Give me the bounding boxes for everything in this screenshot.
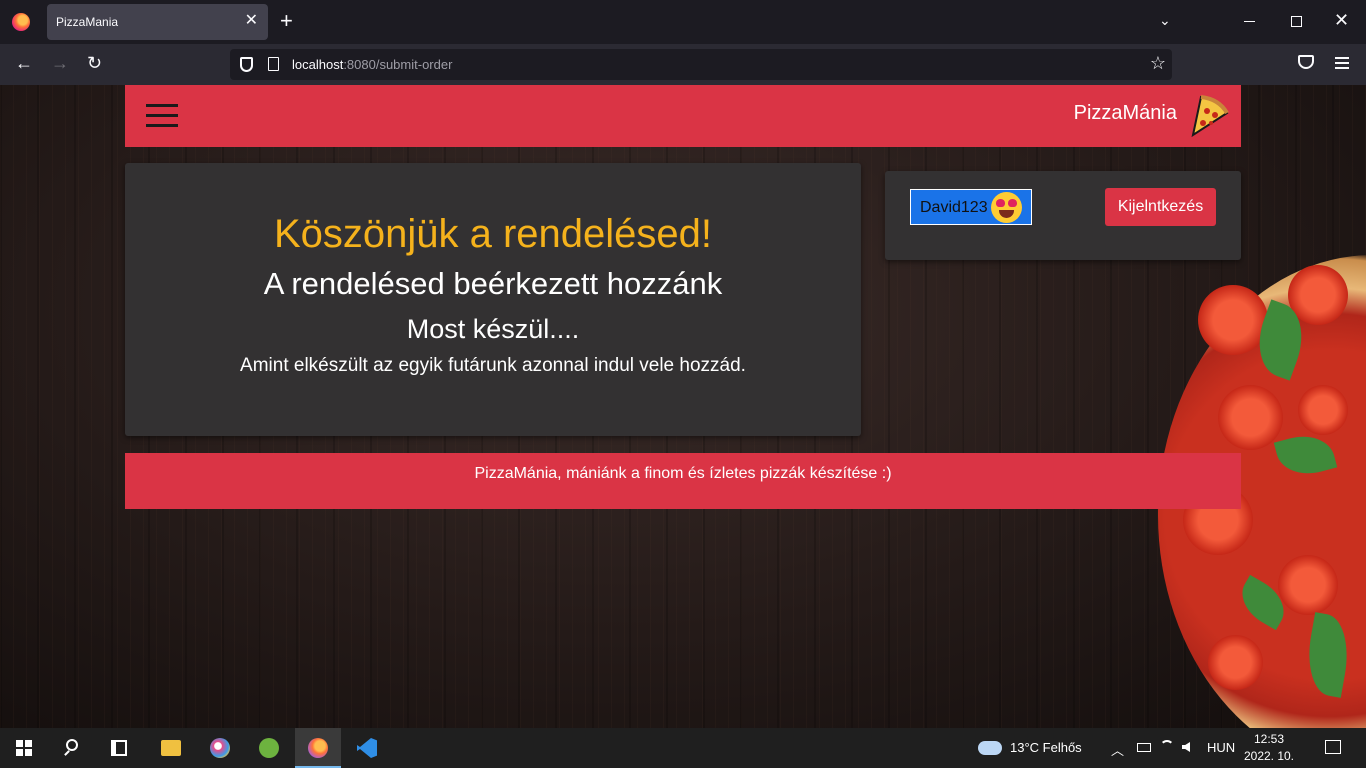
page-info-icon[interactable]: [268, 57, 279, 71]
order-confirmation-card: Köszönjük a rendelésed! A rendelésed beé…: [125, 163, 861, 436]
spring-tools-icon[interactable]: [246, 728, 292, 768]
back-button[interactable]: ←: [15, 52, 33, 74]
restore-button[interactable]: [1291, 16, 1302, 27]
firefox-taskbar-icon[interactable]: [295, 728, 341, 768]
clock[interactable]: 12:53 2022. 10. 23.: [1238, 731, 1300, 768]
order-received-heading: A rendelésed beérkezett hozzánk: [263, 266, 723, 301]
chevron-down-icon[interactable]: ⌄: [1159, 12, 1171, 29]
new-tab-button[interactable]: +: [280, 10, 293, 32]
minimize-button[interactable]: [1244, 21, 1255, 22]
url-path: :8080/submit-order: [343, 57, 453, 72]
page-viewport: PizzaMánia Köszönjük a rendelésed! A ren…: [0, 85, 1366, 728]
bookmark-star-icon[interactable]: ☆: [1150, 53, 1166, 74]
user-badge[interactable]: David123: [910, 189, 1032, 225]
clock-date: 2022. 10. 23.: [1243, 749, 1295, 768]
order-status-heading: Most készül....: [406, 314, 580, 344]
thank-you-heading: Köszönjük a rendelésed!: [273, 212, 713, 256]
user-panel: David123 Kijelntkezés: [885, 171, 1241, 260]
heart-eyes-emoji-icon: [991, 192, 1022, 223]
task-view-icon[interactable]: [111, 740, 127, 756]
clock-time: 12:53: [1253, 732, 1285, 746]
input-language[interactable]: HUN: [1207, 740, 1235, 755]
forward-button[interactable]: →: [51, 52, 69, 74]
windows-start-icon[interactable]: [16, 740, 32, 756]
site-header: PizzaMánia: [125, 85, 1241, 147]
windows-taskbar: 13°C Felhős ︿ HUN 12:53 2022. 10. 23.: [0, 728, 1366, 768]
tracking-protection-icon[interactable]: [240, 57, 253, 72]
url-text[interactable]: localhost:8080/submit-order: [292, 57, 452, 72]
wifi-icon[interactable]: [1160, 740, 1174, 754]
pocket-icon[interactable]: [1298, 55, 1314, 69]
address-bar[interactable]: localhost:8080/submit-order ☆: [230, 49, 1172, 80]
battery-icon[interactable]: [1137, 743, 1151, 752]
site-footer: PizzaMánia, mániánk a finom és ízletes p…: [125, 453, 1241, 509]
browser-nav-bar: ← → ↻ localhost:8080/submit-order ☆: [0, 44, 1366, 85]
vscode-icon[interactable]: [344, 728, 390, 768]
window-close-button[interactable]: ✕: [1334, 10, 1349, 30]
brand-name[interactable]: PizzaMánia: [1074, 102, 1177, 125]
volume-icon[interactable]: [1182, 742, 1190, 752]
username: David123: [920, 199, 988, 216]
app-menu-icon[interactable]: [1335, 57, 1349, 72]
hamburger-menu-icon[interactable]: [146, 104, 178, 134]
tray-expand-icon[interactable]: ︿: [1111, 740, 1124, 759]
close-tab-icon[interactable]: ✕: [245, 12, 258, 30]
cloud-weather-icon[interactable]: [978, 741, 1002, 755]
footer-text: PizzaMánia, mániánk a finom és ízletes p…: [474, 465, 892, 482]
pizza-slice-icon: [1191, 95, 1229, 138]
url-host: localhost: [292, 57, 344, 72]
reload-button[interactable]: ↻: [87, 52, 102, 74]
weather-text[interactable]: 13°C Felhős: [1010, 740, 1082, 755]
logout-button[interactable]: Kijelntkezés: [1105, 188, 1216, 226]
paint-app-icon[interactable]: [197, 728, 243, 768]
browser-tab-bar: PizzaMania ✕ + ⌄ ✕: [0, 0, 1366, 44]
firefox-icon[interactable]: [12, 13, 30, 31]
notification-center-icon[interactable]: [1325, 740, 1341, 754]
browser-tab[interactable]: PizzaMania ✕: [47, 4, 268, 40]
courier-message: Amint elkészült az egyik futárunk azonna…: [240, 355, 746, 376]
file-explorer-icon[interactable]: [148, 728, 194, 768]
tab-title: PizzaMania: [56, 15, 119, 29]
